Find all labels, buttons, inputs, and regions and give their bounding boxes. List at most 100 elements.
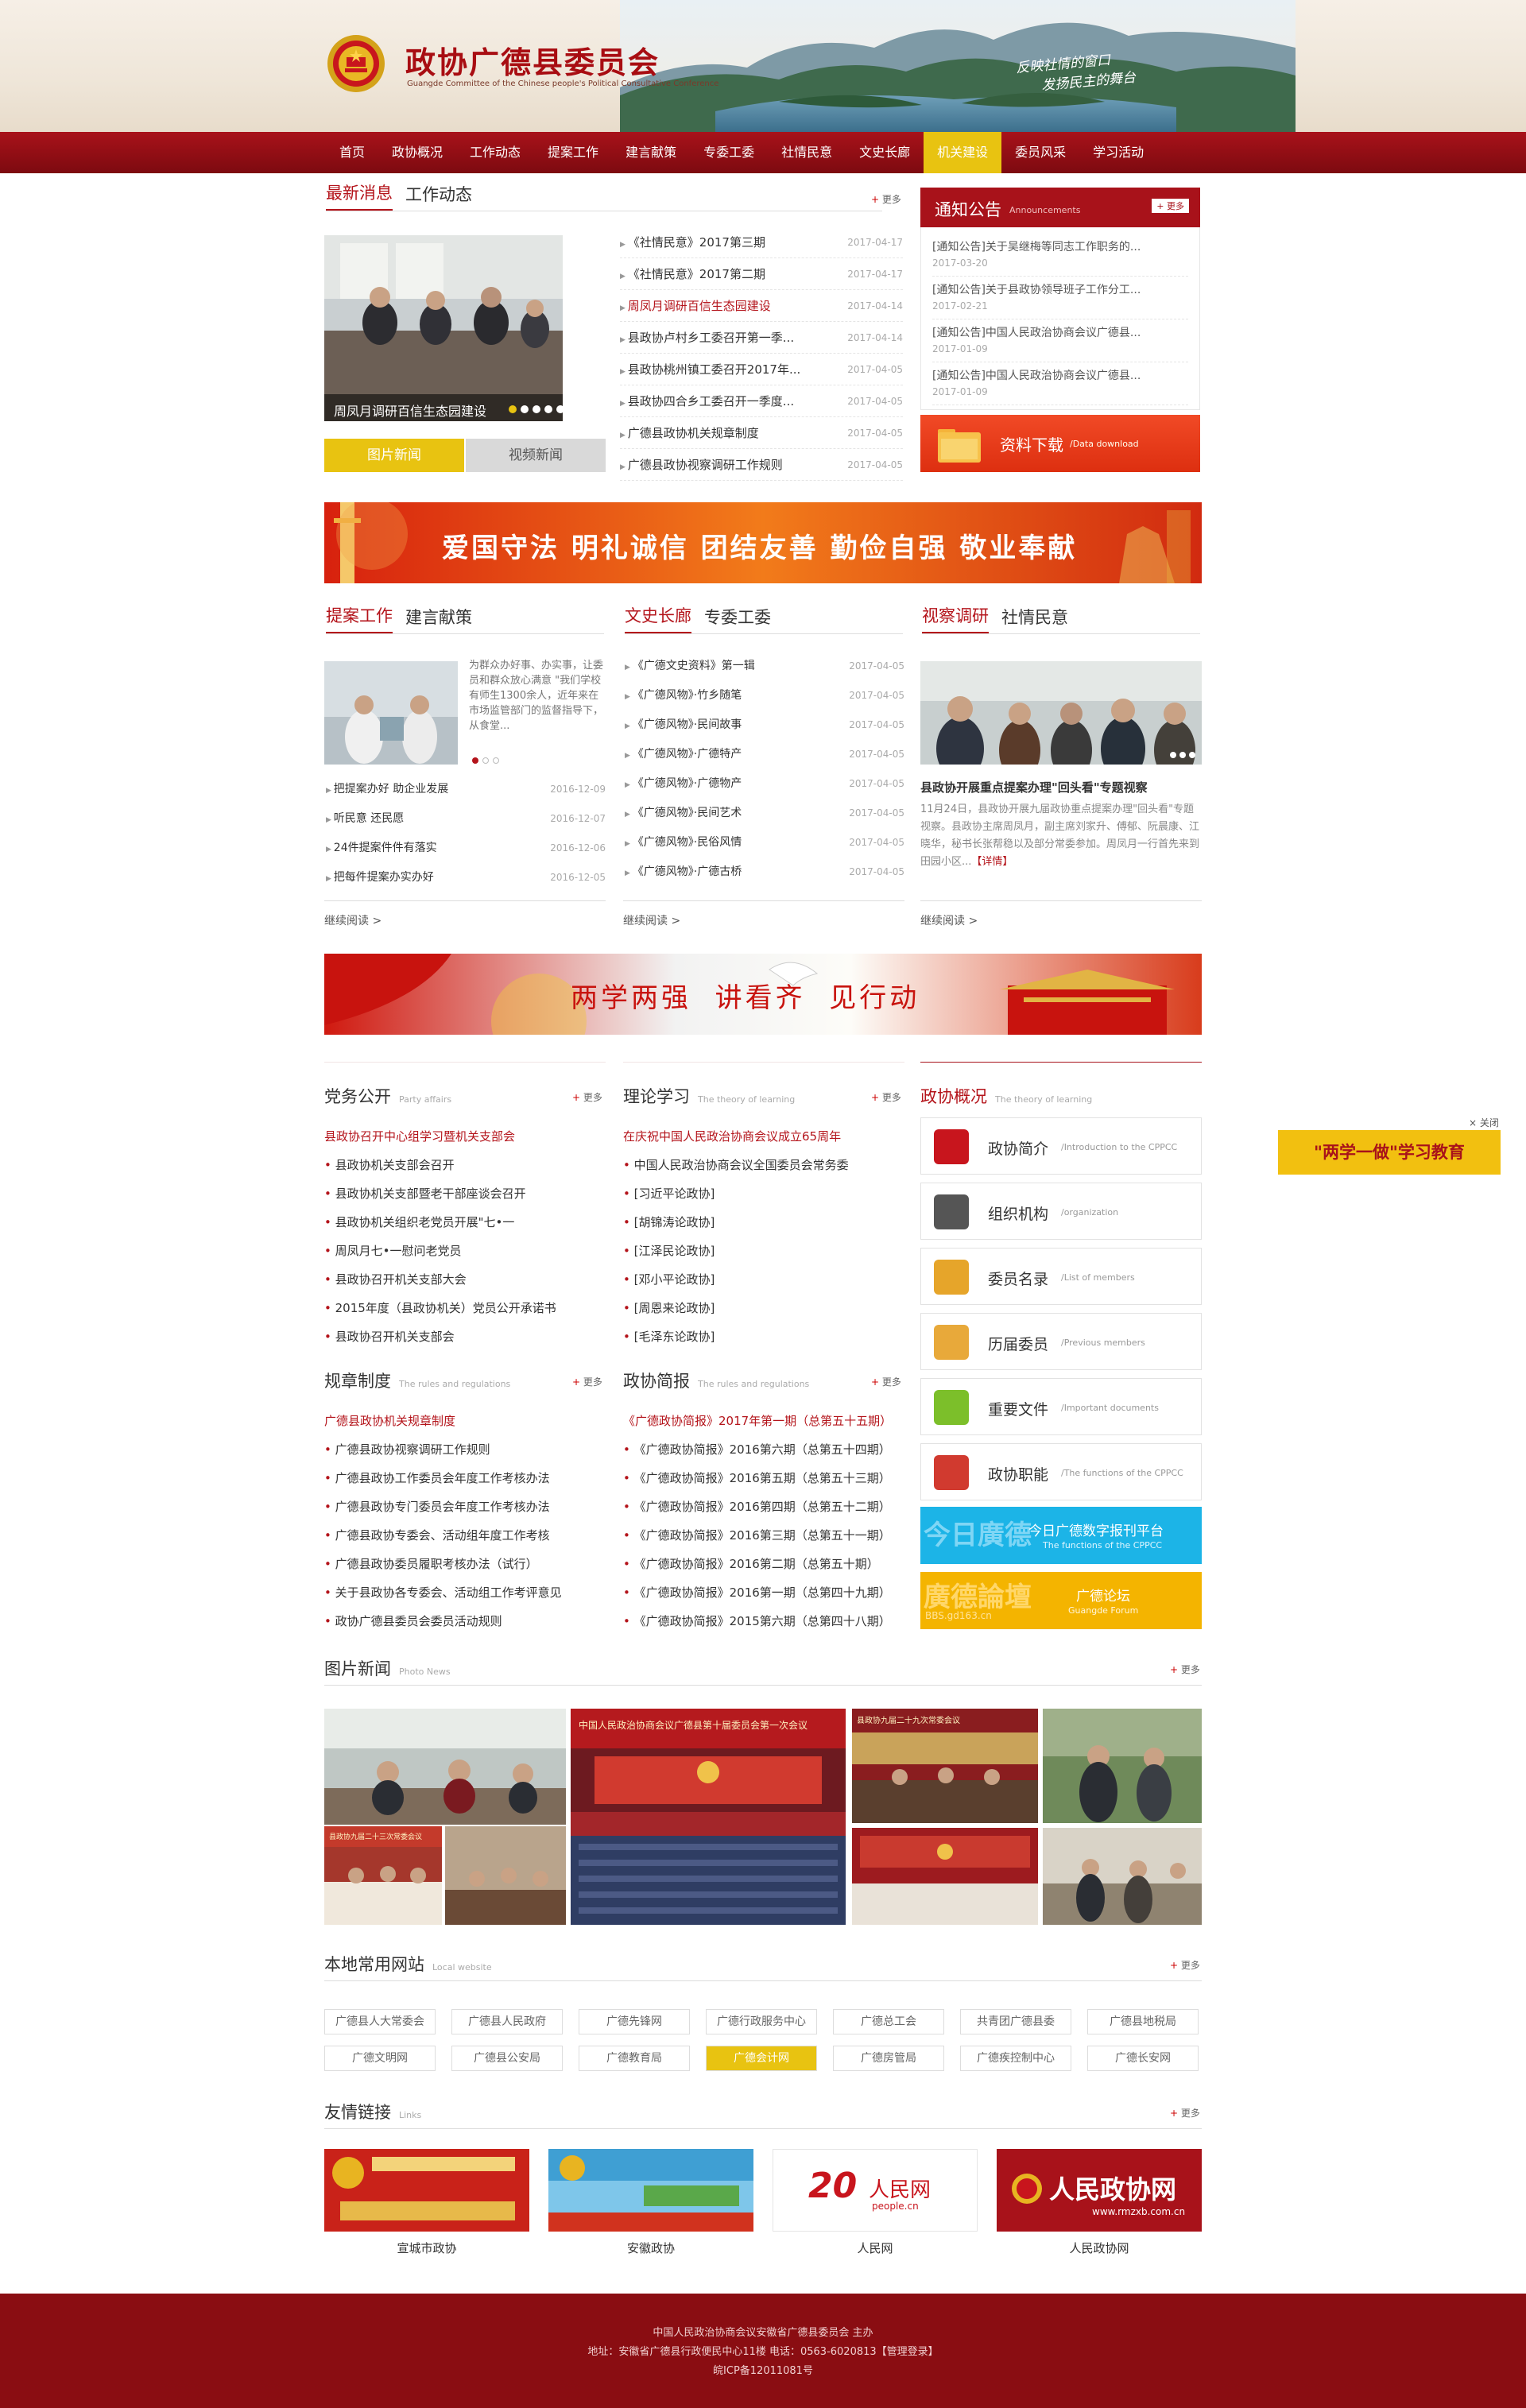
list-item[interactable]: 广德县政协委员履职考核办法（试行） [324, 1550, 606, 1578]
proposal-summary[interactable]: 为群众办好事、办实事，让委员和群众放心满意 "我们学校有师生1300余人，近年来… [469, 658, 604, 753]
slide-dot[interactable] [482, 757, 489, 764]
footer-address[interactable]: 地址：安徽省广德县行政便民中心11楼 电话：0563-6020813【管理登录】 [0, 2343, 1526, 2358]
nav-work-news[interactable]: 工作动态 [456, 132, 534, 173]
local-site-link[interactable]: 共青团广德县委 [960, 2009, 1071, 2034]
list-item-title[interactable]: 广德县政协机关规章制度 [620, 417, 759, 448]
overview-item[interactable]: 委员名录/List of members [920, 1248, 1202, 1305]
slide-dot[interactable] [544, 405, 552, 413]
list-item-title[interactable]: 《广德风物》·竹乡随笔 [625, 681, 742, 710]
overview-item[interactable]: 政协职能/The functions of the CPPCC [920, 1443, 1202, 1500]
list-item[interactable]: 《广德政协简报》2016第二期（总第五十期） [623, 1550, 904, 1578]
list-item[interactable]: 《广德政协简报》2015第六期（总第四十八期） [623, 1607, 904, 1636]
list-item[interactable]: 《广德风物》·广德特产 2017-04-05 [625, 740, 904, 769]
tab-inspection[interactable]: 视察调研 [922, 603, 989, 633]
notice-item[interactable]: [通知公告]中国人民政治协商会议广德县... 2017-01-09 [932, 319, 1188, 362]
notice-item[interactable]: [通知公告]关于县政协领导班子工作分工... 2017-02-21 [932, 277, 1188, 319]
local-site-link[interactable]: 广德文明网 [324, 2046, 436, 2071]
list-item[interactable]: [江泽民论政协] [623, 1237, 904, 1265]
data-download-button[interactable]: 资料下载 /Data download [920, 415, 1200, 472]
nav-overview[interactable]: 政协概况 [378, 132, 456, 173]
photo-news-2[interactable]: 县政协九届二十三次常委会议 [324, 1826, 442, 1925]
list-item-title[interactable]: 《广德风物》·民俗风情 [625, 828, 742, 858]
list-item[interactable]: 周凤月调研百信生态园建设 2017-04-14 [620, 290, 903, 322]
list-item[interactable]: 周凤月七•一慰问老党员 [324, 1237, 606, 1265]
link-rmzx-label[interactable]: 人民政协网 [997, 2240, 1202, 2256]
local-site-link[interactable]: 广德疾控制中心 [960, 2046, 1071, 2071]
local-site-link[interactable]: 广德教育局 [579, 2046, 690, 2071]
float-study-ad[interactable]: "两学一做"学习教育 [1278, 1130, 1501, 1175]
tab-public-opinion[interactable]: 社情民意 [1001, 605, 1068, 633]
list-item-title[interactable]: 《广德风物》·广德物产 [625, 769, 742, 799]
list-item[interactable]: 广德县政协机关规章制度 2017-04-05 [620, 417, 903, 449]
list-item[interactable]: 县政协卢村乡工委召开第一季... 2017-04-14 [620, 322, 903, 354]
proposal-photo[interactable] [324, 661, 458, 765]
party-more-link[interactable]: 更多 [572, 1090, 602, 1104]
guangde-forum-link[interactable]: 廣德論壇 BBS.gd163.cn 广德论坛 Guangde Forum [920, 1572, 1202, 1629]
link-people-label[interactable]: 人民网 [773, 2240, 978, 2256]
link-xuancheng-label[interactable]: 宣城市政协 [324, 2240, 529, 2256]
local-more-link[interactable]: 更多 [1170, 1958, 1200, 1972]
slide-dot[interactable] [1179, 752, 1186, 758]
links-more-link[interactable]: 更多 [1170, 2106, 1200, 2120]
list-item[interactable]: [毛泽东论政协] [623, 1322, 904, 1351]
local-site-link[interactable]: 广德县人民政府 [451, 2009, 563, 2034]
brief-more-link[interactable]: 更多 [871, 1375, 901, 1388]
rules-more-link[interactable]: 更多 [572, 1375, 602, 1388]
list-item-title[interactable]: 《社情民意》2017第二期 [620, 258, 765, 289]
list-item[interactable]: 《广德风物》·民间故事 2017-04-05 [625, 710, 904, 740]
slide-dot[interactable] [472, 757, 478, 764]
local-site-link[interactable]: 广德县公安局 [451, 2046, 563, 2071]
list-item[interactable]: 《社情民意》2017第三期 2017-04-17 [620, 226, 903, 258]
local-site-link[interactable]: 广德房管局 [833, 2046, 944, 2071]
local-site-link[interactable]: 广德县地税局 [1087, 2009, 1199, 2034]
list-item[interactable]: 关于县政协各专委会、活动组工作考评意见 [324, 1578, 606, 1607]
photo-more-link[interactable]: 更多 [1170, 1663, 1200, 1676]
photo-news-3[interactable] [445, 1826, 566, 1925]
list-item-title[interactable]: 听民意 还民愿 [326, 804, 404, 834]
link-people-logo[interactable]: 20 人民网 people.cn [773, 2149, 978, 2232]
overview-item[interactable]: 历届委员/Previous members [920, 1313, 1202, 1370]
list-item-title[interactable]: 《广德风物》·广德古桥 [625, 858, 742, 887]
tab-suggestion[interactable]: 建言献策 [405, 605, 472, 633]
list-item-title[interactable]: 24件提案件件有落实 [326, 834, 437, 863]
list-item-title[interactable]: 《广德风物》·广德特产 [625, 740, 742, 769]
list-item[interactable]: 2015年度（县政协机关）党员公开承诺书 [324, 1294, 606, 1322]
list-item[interactable]: 《广德政协简报》2016第四期（总第五十二期） [623, 1492, 904, 1521]
values-banner[interactable]: 爱国守法 明礼诚信 团结友善 勤俭自强 敬业奉献 [324, 502, 1202, 583]
list-item[interactable]: 《广德风物》·广德物产 2017-04-05 [625, 769, 904, 799]
list-item[interactable]: [胡锦涛论政协] [623, 1208, 904, 1237]
list-item-title[interactable]: 《社情民意》2017第三期 [620, 226, 765, 257]
tab-history[interactable]: 文史长廊 [625, 603, 691, 633]
list-item[interactable]: 县政协机关支部暨老干部座谈会召开 [324, 1179, 606, 1208]
list-item[interactable]: 《广德政协简报》2016第三期（总第五十一期） [623, 1521, 904, 1550]
overview-item[interactable]: 组织机构/organization [920, 1183, 1202, 1240]
list-item[interactable]: 广德县政协视察调研工作规则 [324, 1435, 606, 1464]
notice-item-title[interactable]: [通知公告]关于县政协领导班子工作分工... [932, 281, 1188, 297]
list-item[interactable]: 《广德文史资料》第一辑 2017-04-05 [625, 652, 904, 681]
news-more-link[interactable]: 更多 [871, 192, 901, 206]
list-item[interactable]: 县政协召开机关支部会 [324, 1322, 606, 1351]
list-item[interactable]: 广德县政协专委会、活动组年度工作考核 [324, 1521, 606, 1550]
nav-suggestion[interactable]: 建言献策 [612, 132, 690, 173]
photo-news-7[interactable] [852, 1828, 1038, 1925]
list-item[interactable]: 在庆祝中国人民政治协商会议成立65周年 [623, 1122, 904, 1151]
list-item[interactable]: 县政协召开中心组学习暨机关支部会 [324, 1122, 606, 1151]
inspection-read-more[interactable]: 继续阅读 > [920, 912, 978, 928]
photo-news-8[interactable] [1043, 1828, 1202, 1925]
list-item[interactable]: 广德县政协工作委员会年度工作考核办法 [324, 1464, 606, 1492]
list-item[interactable]: [习近平论政协] [623, 1179, 904, 1208]
inspection-photo[interactable] [920, 661, 1202, 765]
local-site-link[interactable]: 广德行政服务中心 [706, 2009, 817, 2034]
list-item-title[interactable]: 《广德风物》·民间故事 [625, 710, 742, 740]
list-item-title[interactable]: 广德县政协视察调研工作规则 [620, 449, 783, 480]
list-item[interactable]: 政协广德县委员会委员活动规则 [324, 1607, 606, 1636]
link-anhui-logo[interactable] [548, 2149, 753, 2232]
list-item[interactable]: 把每件提案办实办好 2016-12-05 [326, 863, 606, 892]
photo-news-button[interactable]: 图片新闻 [324, 439, 464, 472]
list-item[interactable]: 县政协桃州镇工委召开2017年... 2017-04-05 [620, 354, 903, 385]
list-item[interactable]: 中国人民政治协商会议全国委员会常务委 [623, 1151, 904, 1179]
proposal-read-more[interactable]: 继续阅读 > [324, 912, 382, 928]
slide-dot[interactable] [493, 757, 499, 764]
history-read-more[interactable]: 继续阅读 > [623, 912, 680, 928]
tab-committee[interactable]: 专委工委 [704, 605, 771, 633]
